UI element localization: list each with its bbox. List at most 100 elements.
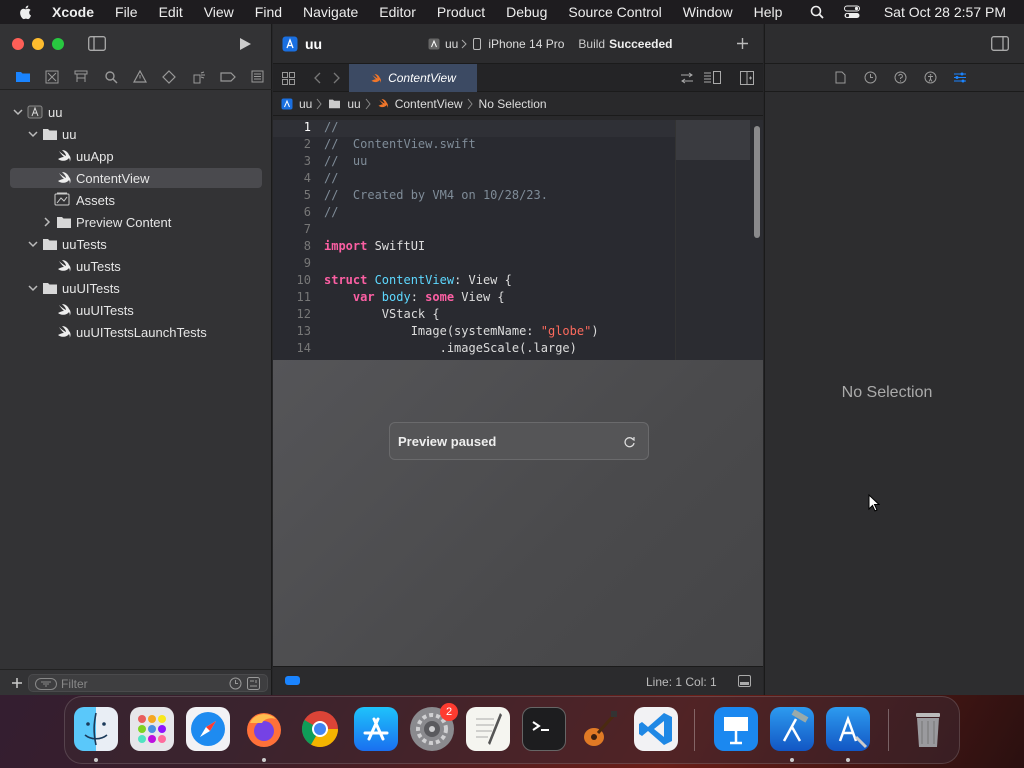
quick-help-inspector-tab[interactable] <box>885 70 915 86</box>
tree-item-uutests-file[interactable]: uuTests <box>10 256 262 276</box>
jumpbar-project[interactable]: uu <box>299 97 312 111</box>
dock-keynote[interactable] <box>714 707 758 751</box>
tab-contentview[interactable]: ContentView <box>349 64 477 92</box>
disclosure-down-icon[interactable] <box>28 239 38 249</box>
disclosure-down-icon[interactable] <box>28 129 38 139</box>
debug-area-toggle-indicator[interactable] <box>285 676 300 685</box>
tree-item-uuapp[interactable]: uuApp <box>10 146 262 166</box>
tree-item-contentview[interactable]: ContentView <box>10 168 262 188</box>
canvas-preview[interactable]: Preview paused <box>273 360 763 666</box>
debug-navigator-tab[interactable] <box>184 68 213 86</box>
editor-scrollbar-thumb[interactable] <box>754 126 760 238</box>
tree-item-preview-content[interactable]: Preview Content <box>10 212 262 232</box>
breakpoint-navigator-tab[interactable] <box>213 68 242 86</box>
history-inspector-tab[interactable] <box>855 70 885 86</box>
dock-simulator[interactable] <box>826 707 870 751</box>
back-chevron-icon[interactable] <box>313 72 321 84</box>
dock-trash[interactable] <box>906 707 950 751</box>
dock-xcode[interactable] <box>770 707 814 751</box>
run-play-icon[interactable] <box>238 37 252 51</box>
menu-file[interactable]: File <box>115 4 138 20</box>
attributes-inspector-tab[interactable] <box>945 70 975 86</box>
source-code-editor[interactable]: 1 // 2 // ContentView.swift 3 // uu 4 // 5 //… <box>273 120 675 360</box>
menu-edit[interactable]: Edit <box>159 4 183 20</box>
tree-item-assets[interactable]: Assets <box>10 190 262 210</box>
scheme-name[interactable]: uu <box>445 37 458 51</box>
tree-item-folder-uuuitests[interactable]: uuUITests <box>10 278 262 298</box>
accessibility-inspector-tab[interactable] <box>915 70 945 86</box>
symbol-navigator-tab[interactable] <box>67 68 96 86</box>
dock-finder[interactable] <box>74 707 118 751</box>
refresh-icon[interactable] <box>623 436 636 449</box>
jumpbar-symbol[interactable]: No Selection <box>479 97 547 111</box>
scheme-selector[interactable]: uu iPhone 14 Pro Build Succeeded <box>428 33 678 55</box>
accessibility-icon <box>924 71 936 84</box>
tree-item-uuuitestslaunchtests[interactable]: uuUITestsLaunchTests <box>10 322 262 342</box>
tree-item-folder-uu[interactable]: uu <box>10 124 262 144</box>
line-number: 5 <box>303 188 311 202</box>
minimize-window-button[interactable] <box>32 38 44 50</box>
dock-vscode[interactable] <box>634 707 678 751</box>
source-control-filter-icon[interactable] <box>247 677 260 690</box>
tree-item-project-uu[interactable]: uu <box>10 102 262 122</box>
menu-window[interactable]: Window <box>683 4 733 20</box>
menu-find[interactable]: Find <box>255 4 282 20</box>
file-inspector-tab[interactable] <box>825 70 855 86</box>
toggle-sidebar-icon[interactable] <box>88 36 106 51</box>
menu-view[interactable]: View <box>204 4 234 20</box>
editor-options-icon[interactable] <box>703 71 721 84</box>
tree-item-folder-uutests[interactable]: uuTests <box>10 234 262 254</box>
forward-chevron-icon[interactable] <box>333 72 341 84</box>
jumpbar-folder[interactable]: uu <box>347 97 360 111</box>
menu-debug[interactable]: Debug <box>506 4 547 20</box>
dock-safari[interactable] <box>186 707 230 751</box>
test-navigator-tab[interactable] <box>155 68 184 86</box>
xcode-hammer-icon <box>782 709 809 742</box>
apple-icon[interactable] <box>18 4 34 20</box>
dock-app-store[interactable] <box>354 707 398 751</box>
code-minimap[interactable] <box>675 120 763 360</box>
jumpbar-file[interactable]: ContentView <box>395 97 463 111</box>
dock-launchpad[interactable] <box>130 707 174 751</box>
spotlight-search-icon[interactable] <box>810 5 824 19</box>
recent-files-clock-icon[interactable] <box>229 677 242 690</box>
menubar-clock[interactable]: Sat Oct 28 2:57 PM <box>884 4 1006 20</box>
menu-editor[interactable]: Editor <box>379 4 416 20</box>
report-navigator-tab[interactable] <box>243 68 272 86</box>
menu-navigate[interactable]: Navigate <box>303 4 358 20</box>
dock-system-settings[interactable]: 2 <box>410 703 458 751</box>
navigator-filter-input[interactable]: Filter <box>28 674 268 692</box>
add-plus-icon[interactable] <box>11 677 23 689</box>
code-text: : View { <box>454 273 512 287</box>
dock-firefox[interactable] <box>242 707 286 751</box>
disclosure-down-icon[interactable] <box>28 283 38 293</box>
dock-textedit[interactable] <box>466 707 510 751</box>
menu-help[interactable]: Help <box>754 4 783 20</box>
close-window-button[interactable] <box>12 38 24 50</box>
menu-source-control[interactable]: Source Control <box>568 4 661 20</box>
dock-instruments[interactable] <box>578 707 622 751</box>
tree-item-uuuitests-file[interactable]: uuUITests <box>10 300 262 320</box>
minimap-viewport[interactable] <box>676 120 750 160</box>
code-line-2: // ContentView.swift <box>324 137 476 151</box>
hide-debug-area-icon[interactable] <box>738 675 751 687</box>
control-center-icon[interactable] <box>843 5 860 19</box>
line-number: 9 <box>303 256 311 270</box>
disclosure-down-icon[interactable] <box>13 107 23 117</box>
grid-menu-icon[interactable] <box>282 72 295 85</box>
issue-navigator-tab[interactable] <box>125 68 154 86</box>
menu-app-name[interactable]: Xcode <box>52 4 94 20</box>
find-navigator-tab[interactable] <box>96 68 125 86</box>
toggle-inspector-icon[interactable] <box>991 36 1009 51</box>
split-editor-icon[interactable] <box>740 71 754 85</box>
source-control-navigator-tab[interactable] <box>37 68 66 86</box>
zoom-window-button[interactable] <box>52 38 64 50</box>
run-destination[interactable]: iPhone 14 Pro <box>488 37 564 51</box>
dock-terminal[interactable] <box>522 707 566 751</box>
related-items-arrows-icon[interactable] <box>680 72 694 84</box>
dock-chrome[interactable] <box>298 707 342 751</box>
add-library-plus-icon[interactable] <box>736 37 749 50</box>
project-navigator-tab[interactable] <box>8 68 37 86</box>
menu-product[interactable]: Product <box>437 4 485 20</box>
disclosure-right-icon[interactable] <box>42 217 52 227</box>
